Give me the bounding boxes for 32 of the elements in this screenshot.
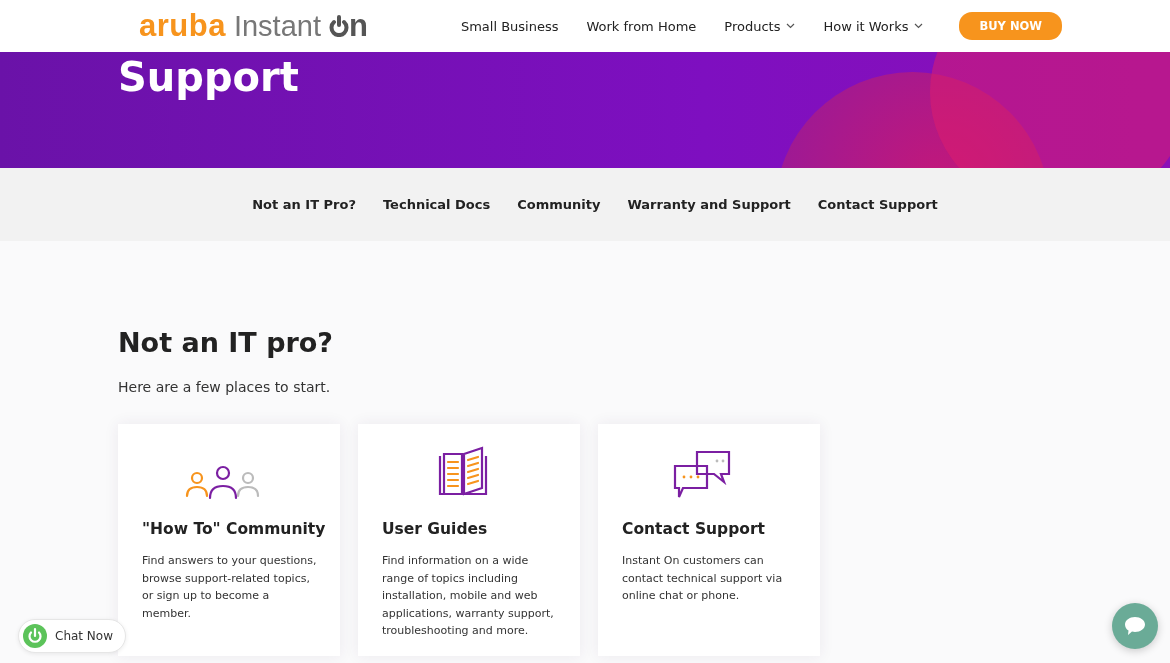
power-icon [329,15,349,37]
card[interactable]: User Guides Find information on a wide range of topics including installation, mobile and web applications, warranty support, troubleshooting and more. [358,424,580,656]
logo-product[interactable]: Instant [233,9,321,43]
chevron-down-icon [914,23,924,29]
power-icon [23,624,47,648]
logo-suffix[interactable]: n [349,8,368,44]
card-text: Instant On customers can contact technical support via online chat or phone. [622,553,784,604]
nav-link[interactable]: Small Business [460,18,559,34]
chat-now-button[interactable]: Chat Now [18,619,126,653]
page-title: Support [117,53,300,100]
speech-bubble-icon [1124,616,1146,636]
section-heading: Not an IT pro? [118,326,334,360]
subnav-link[interactable]: Community [517,197,601,212]
subnav-link[interactable]: Warranty and Support [627,197,791,212]
people-icon [185,464,261,500]
subnav-link[interactable]: Contact Support [817,197,938,212]
card-text: Find information on a wide range of topics including installation, mobile and web applications, warranty support, troubleshooting and more. [382,553,555,639]
nav-link[interactable]: How it Works [823,18,924,34]
card[interactable]: "How To" Community Find answers to your questions, browse support-related topics, or sign up to become a member. [118,424,340,656]
card-title: User Guides [382,520,489,538]
nav-link[interactable]: Work from Home [586,18,697,34]
card-title: Contact Support [622,520,766,538]
nav-link[interactable]: Products [724,18,796,34]
card-title: "How To" Community [142,520,327,538]
subnav-link[interactable]: Not an IT Pro? [252,197,356,212]
chat-bubbles-icon [673,450,733,500]
card-text: Find answers to your questions, browse support-related topics, or sign up to become a member. [142,553,318,622]
card[interactable]: Contact Support Instant On customers can contact technical support via online chat or phone. [598,424,820,656]
chat-bubble-button[interactable] [1112,603,1158,649]
chevron-down-icon [786,23,796,29]
subnav-link[interactable]: Technical Docs [382,197,491,212]
section-intro: Here are a few places to start. [118,379,332,395]
